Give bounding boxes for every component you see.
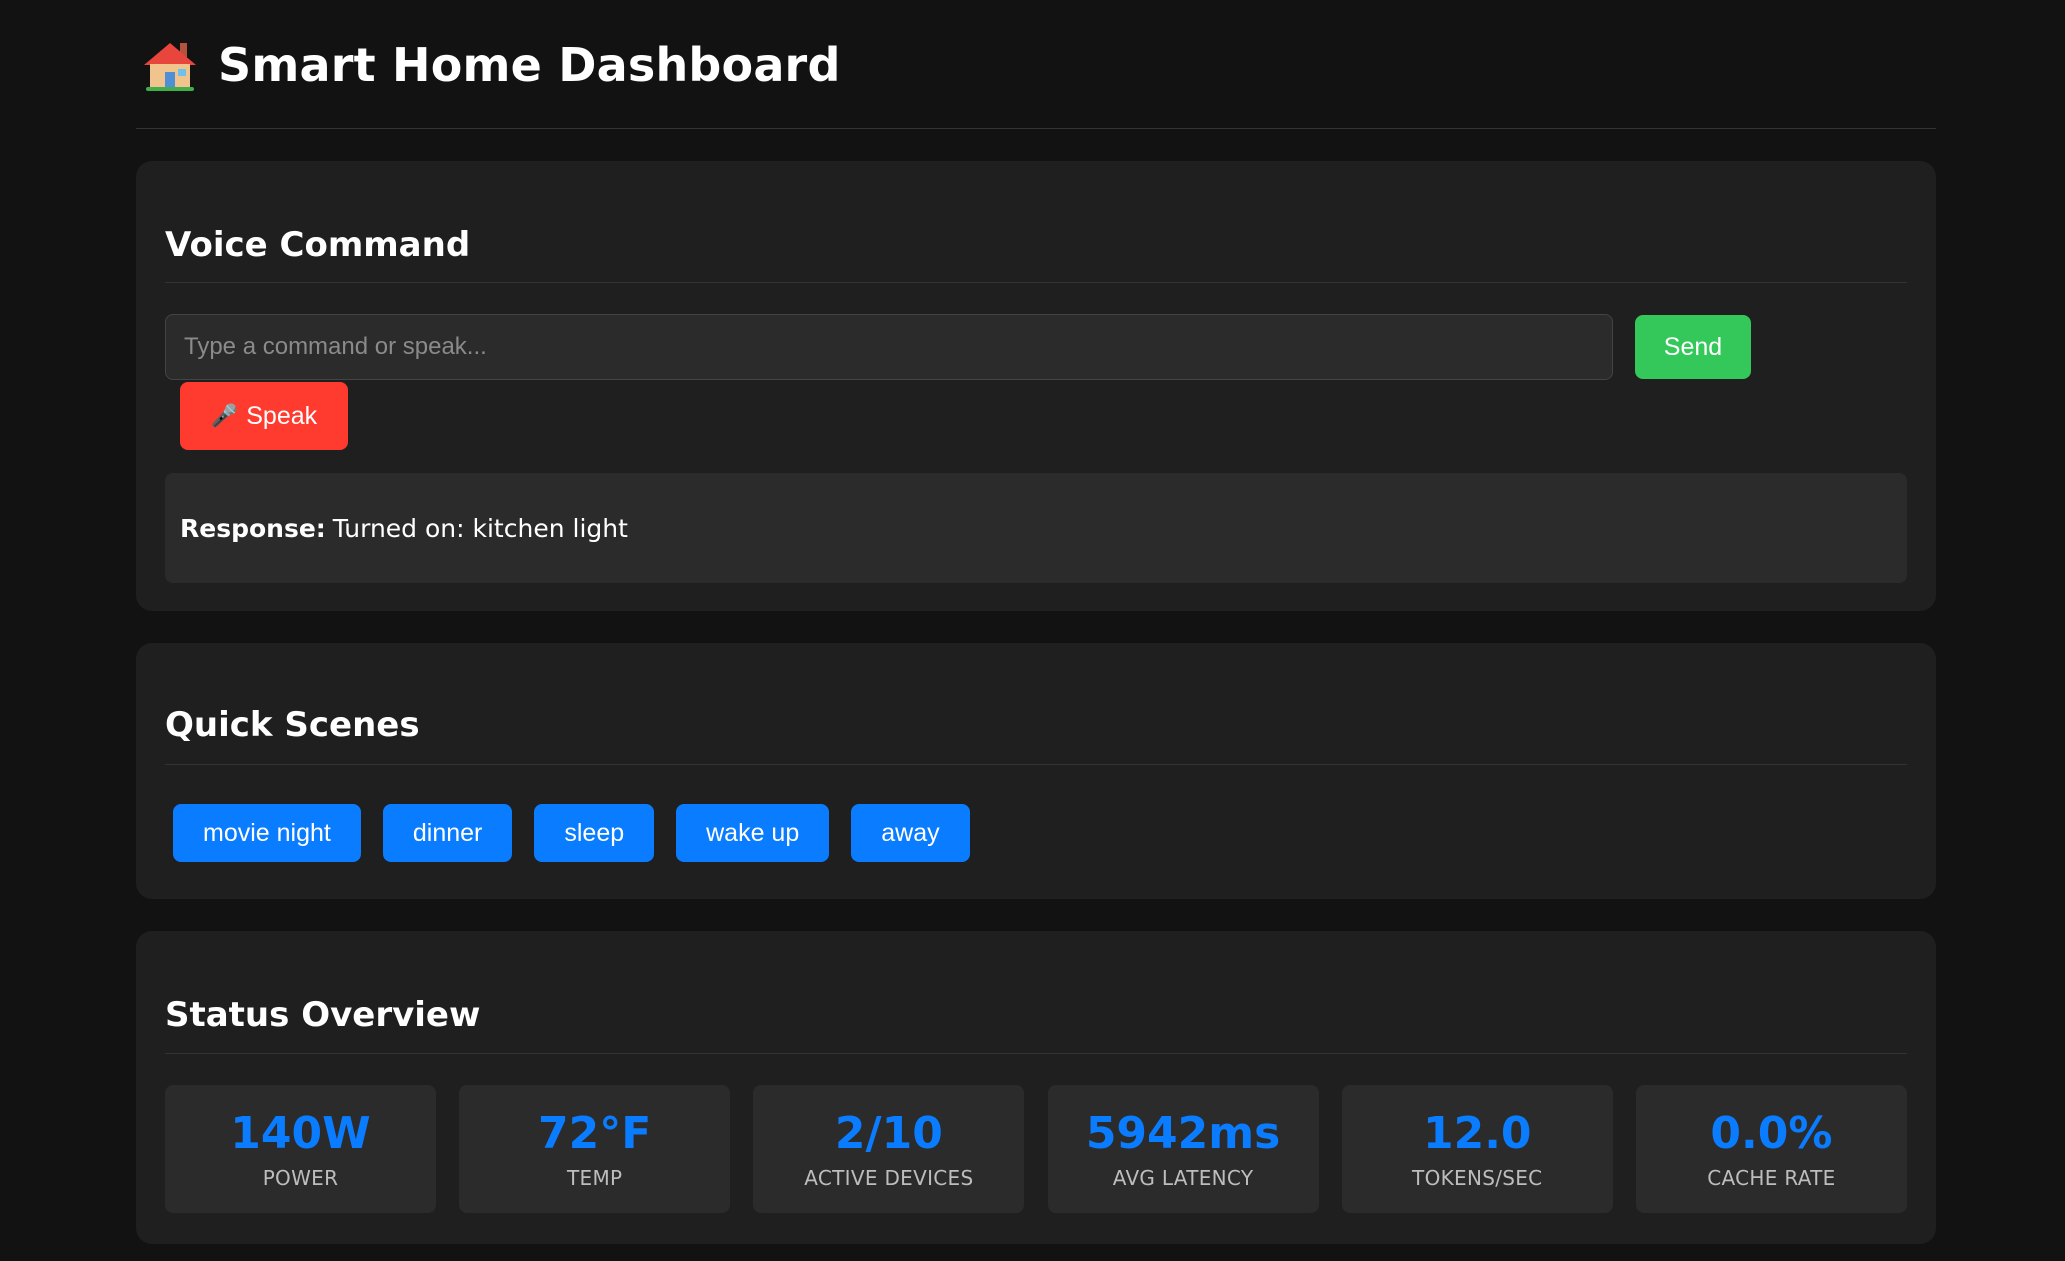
scene-button-away[interactable]: away (851, 804, 970, 862)
status-overview-card: Status Overview 140W POWER 72°F TEMP 2/1… (136, 931, 1936, 1244)
response-box: Response: Turned on: kitchen light (165, 473, 1907, 583)
dashboard-page: Smart Home Dashboard Voice Command Send … (136, 0, 1936, 1244)
stat-tile-avg-latency: 5942ms AVG LATENCY (1047, 1085, 1319, 1213)
stat-value: 0.0% (1710, 1108, 1833, 1159)
send-button[interactable]: Send (1635, 315, 1751, 379)
house-icon (144, 39, 196, 91)
microphone-icon: 🎤 (210, 403, 239, 428)
quick-scenes-card: Quick Scenes movie night dinner sleep wa… (136, 643, 1936, 899)
scene-button-dinner[interactable]: dinner (382, 804, 513, 862)
status-overview-title: Status Overview (165, 931, 1907, 1054)
stat-label: TEMP (567, 1166, 623, 1190)
scene-button-row: movie night dinner sleep wake up away (165, 765, 1907, 862)
stat-value: 72°F (538, 1108, 652, 1159)
stat-label: CACHE RATE (1707, 1166, 1836, 1190)
scene-button-wake-up[interactable]: wake up (676, 804, 830, 862)
response-text: Turned on: kitchen light (332, 513, 628, 543)
quick-scenes-title: Quick Scenes (165, 643, 1907, 765)
stat-label: POWER (262, 1166, 339, 1190)
stats-row: 140W POWER 72°F TEMP 2/10 ACTIVE DEVICES… (165, 1054, 1907, 1213)
command-input[interactable] (165, 314, 1613, 380)
stat-value: 5942ms (1085, 1108, 1281, 1159)
command-row: Send 🎤 Speak (165, 283, 1907, 450)
stat-label: TOKENS/SEC (1412, 1166, 1543, 1190)
speak-button-label: Speak (246, 401, 318, 430)
scene-button-movie-night[interactable]: movie night (173, 804, 361, 862)
stat-label: ACTIVE DEVICES (804, 1166, 974, 1190)
stat-tile-power: 140W POWER (165, 1085, 436, 1213)
speak-button[interactable]: 🎤 Speak (180, 382, 348, 450)
scene-button-sleep[interactable]: sleep (534, 804, 655, 862)
stat-tile-tokens-sec: 12.0 TOKENS/SEC (1341, 1085, 1613, 1213)
stat-tile-active-devices: 2/10 ACTIVE DEVICES (753, 1085, 1025, 1213)
response-label: Response: (180, 513, 326, 543)
stat-tile-cache-rate: 0.0% CACHE RATE (1635, 1085, 1907, 1213)
voice-command-title: Voice Command (165, 161, 1907, 283)
stat-value: 12.0 (1422, 1108, 1532, 1159)
page-header: Smart Home Dashboard (136, 0, 1936, 129)
stat-value: 2/10 (834, 1108, 943, 1159)
stat-tile-temp: 72°F TEMP (459, 1085, 731, 1213)
page-title: Smart Home Dashboard (218, 38, 841, 92)
stat-value: 140W (230, 1108, 371, 1159)
stat-label: AVG LATENCY (1112, 1166, 1254, 1190)
